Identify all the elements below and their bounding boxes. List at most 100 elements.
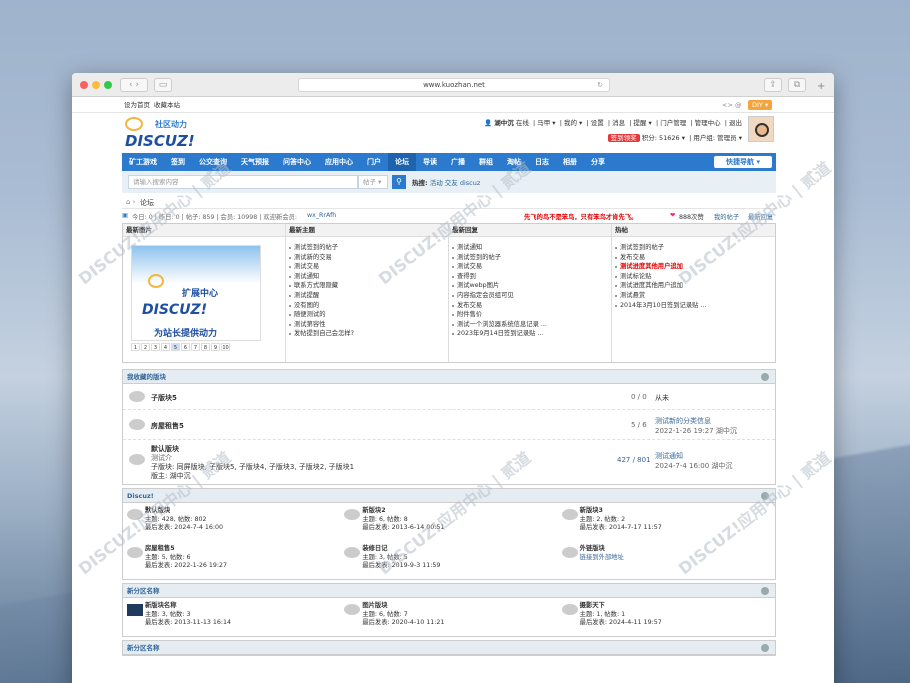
- list-item[interactable]: 测试通知: [449, 243, 611, 253]
- forum-name[interactable]: 新版块3: [580, 507, 775, 516]
- list-item[interactable]: 测试签到的帖子: [449, 253, 611, 263]
- my-posts-link[interactable]: 我的帖子: [714, 212, 739, 221]
- usergroup[interactable]: 用户组: 管理员 ▾: [693, 134, 742, 142]
- collapse-icon[interactable]: [761, 587, 769, 595]
- search-icon[interactable]: ⚲: [392, 175, 406, 189]
- list-item[interactable]: 测试标论贴: [612, 272, 775, 282]
- forum-last-link[interactable]: 测试新的分类信息: [655, 416, 711, 426]
- list-item[interactable]: 测试交易: [449, 262, 611, 272]
- nav-item[interactable]: 问答中心: [276, 153, 318, 171]
- hot-search-term[interactable]: 交友: [445, 179, 458, 187]
- slideshow-image[interactable]: 扩展中心 DISCUZ! 为站长提供动力: [131, 245, 261, 341]
- list-item[interactable]: 测试第容性: [286, 320, 448, 330]
- nav-item[interactable]: 淘帖: [500, 153, 528, 171]
- address-bar[interactable]: www.kuozhan.net ↻: [298, 78, 610, 92]
- list-item[interactable]: 发布交易: [449, 301, 611, 311]
- new-tab-icon[interactable]: +: [817, 81, 825, 92]
- set-home-link[interactable]: 设为首页: [124, 97, 150, 113]
- share-icon[interactable]: ⇪: [764, 78, 782, 92]
- search-scope-select[interactable]: 帖子 ▾: [358, 175, 388, 189]
- nav-item[interactable]: 签到: [164, 153, 192, 171]
- nav-item[interactable]: 天气预报: [234, 153, 276, 171]
- hot-search-term[interactable]: discuz: [460, 179, 480, 187]
- list-item[interactable]: 测试通知: [286, 272, 448, 282]
- forum-name[interactable]: 默认版块: [145, 507, 340, 516]
- username[interactable]: 湖中沉: [494, 119, 514, 127]
- minimize-dot[interactable]: [92, 81, 100, 89]
- code-icon[interactable]: <> @: [722, 97, 741, 113]
- collapse-icon[interactable]: [761, 492, 769, 500]
- moderators[interactable]: 版主: 湖中沉: [151, 471, 191, 481]
- pager-item[interactable]: 9: [211, 343, 220, 351]
- list-item[interactable]: 测试提醒: [286, 291, 448, 301]
- forum-name[interactable]: 新版块2: [362, 507, 557, 516]
- list-item[interactable]: 内容指定会员组可见: [449, 291, 611, 301]
- pager-item[interactable]: 1: [131, 343, 140, 351]
- forum-meta[interactable]: 链接到外部地址: [580, 554, 775, 563]
- list-item[interactable]: 测试悬赏: [612, 291, 775, 301]
- reminders-menu[interactable]: 提醒 ▾: [633, 119, 651, 127]
- forum-last-link[interactable]: 测试通知: [655, 451, 683, 461]
- collapse-icon[interactable]: [761, 373, 769, 381]
- pager-item[interactable]: 8: [201, 343, 210, 351]
- quick-nav-button[interactable]: 快捷导航 ▾: [714, 156, 772, 168]
- list-item[interactable]: 附件售价: [449, 310, 611, 320]
- pager-item[interactable]: 10: [221, 343, 230, 351]
- logout-link[interactable]: 退出: [729, 119, 742, 127]
- list-item[interactable]: 测试签到的帖子: [286, 243, 448, 253]
- list-item[interactable]: 测试交易: [286, 262, 448, 272]
- pager-item[interactable]: 7: [191, 343, 200, 351]
- new-group-title[interactable]: 新分区名称: [127, 587, 160, 595]
- new-member-link[interactable]: wx_RrAfh: [307, 212, 336, 219]
- nav-item[interactable]: 论坛: [388, 153, 416, 171]
- forum-name[interactable]: 图片版块: [362, 602, 557, 611]
- list-item[interactable]: 2014年3月10日签到记录贴 ...: [612, 301, 775, 311]
- signin-badge[interactable]: 签到领奖: [607, 134, 640, 142]
- home-icon[interactable]: ⌂ ›: [126, 198, 135, 206]
- forum-name[interactable]: 装修日记: [362, 545, 557, 554]
- mark-menu[interactable]: 马甲 ▾: [537, 119, 555, 127]
- forum-name[interactable]: 摄影天下: [580, 602, 775, 611]
- close-dot[interactable]: [80, 81, 88, 89]
- diy-button[interactable]: DIY ▾: [748, 100, 773, 110]
- nav-item[interactable]: 矿工游戏: [122, 153, 164, 171]
- forum-name[interactable]: 新版块名称: [145, 602, 340, 611]
- list-item[interactable]: 没有图的: [286, 301, 448, 311]
- list-item[interactable]: 联系方式限隐藏: [286, 281, 448, 291]
- forum-name[interactable]: 外链版块: [580, 545, 775, 554]
- forum-name[interactable]: 房屋租售5: [145, 545, 340, 554]
- discuz-group-title[interactable]: Discuz!: [127, 492, 154, 500]
- sidebar-icon[interactable]: ▭: [154, 78, 172, 92]
- settings-link[interactable]: 设置: [591, 119, 604, 127]
- reload-icon[interactable]: ↻: [597, 79, 603, 92]
- avatar[interactable]: [748, 116, 774, 142]
- heart-icon[interactable]: ❤: [670, 212, 675, 219]
- list-item[interactable]: 测试一个浏览器系统信息记录 ...: [449, 320, 611, 330]
- list-item[interactable]: 测试签到的帖子: [612, 243, 775, 253]
- collapse-icon[interactable]: [761, 644, 769, 652]
- fav-forums-title[interactable]: 我收藏的版块: [127, 373, 166, 381]
- favorite-link[interactable]: 收藏本站: [154, 97, 180, 113]
- tabs-icon[interactable]: ⧉: [788, 78, 806, 92]
- list-item[interactable]: 测试webp图片: [449, 281, 611, 291]
- portal-admin-link[interactable]: 门户管理: [660, 119, 686, 127]
- list-item[interactable]: 发帖提到自己会怎样?: [286, 329, 448, 339]
- nav-item[interactable]: 日志: [528, 153, 556, 171]
- pager-item[interactable]: 5: [171, 343, 180, 351]
- list-item[interactable]: 测试新的交易: [286, 253, 448, 263]
- nav-item[interactable]: 分享: [584, 153, 612, 171]
- back-forward-icon[interactable]: ‹ ›: [120, 78, 148, 92]
- list-item[interactable]: 2023年9月14日签到记录贴 ...: [449, 329, 611, 339]
- nav-item[interactable]: 应用中心: [318, 153, 360, 171]
- breadcrumb-forum[interactable]: 论坛: [140, 198, 154, 208]
- hot-search-term[interactable]: 活动: [430, 179, 443, 187]
- nav-item[interactable]: 广播: [444, 153, 472, 171]
- list-item[interactable]: 测试进度其他用户追加: [612, 281, 775, 291]
- list-item[interactable]: 查得到: [449, 272, 611, 282]
- nav-item[interactable]: 公交查询: [192, 153, 234, 171]
- last-group-title[interactable]: 新分区名称: [127, 644, 160, 652]
- nav-item[interactable]: 群组: [472, 153, 500, 171]
- pager-item[interactable]: 2: [141, 343, 150, 351]
- nav-item[interactable]: 导读: [416, 153, 444, 171]
- points[interactable]: 积分: 51626 ▾: [642, 134, 685, 142]
